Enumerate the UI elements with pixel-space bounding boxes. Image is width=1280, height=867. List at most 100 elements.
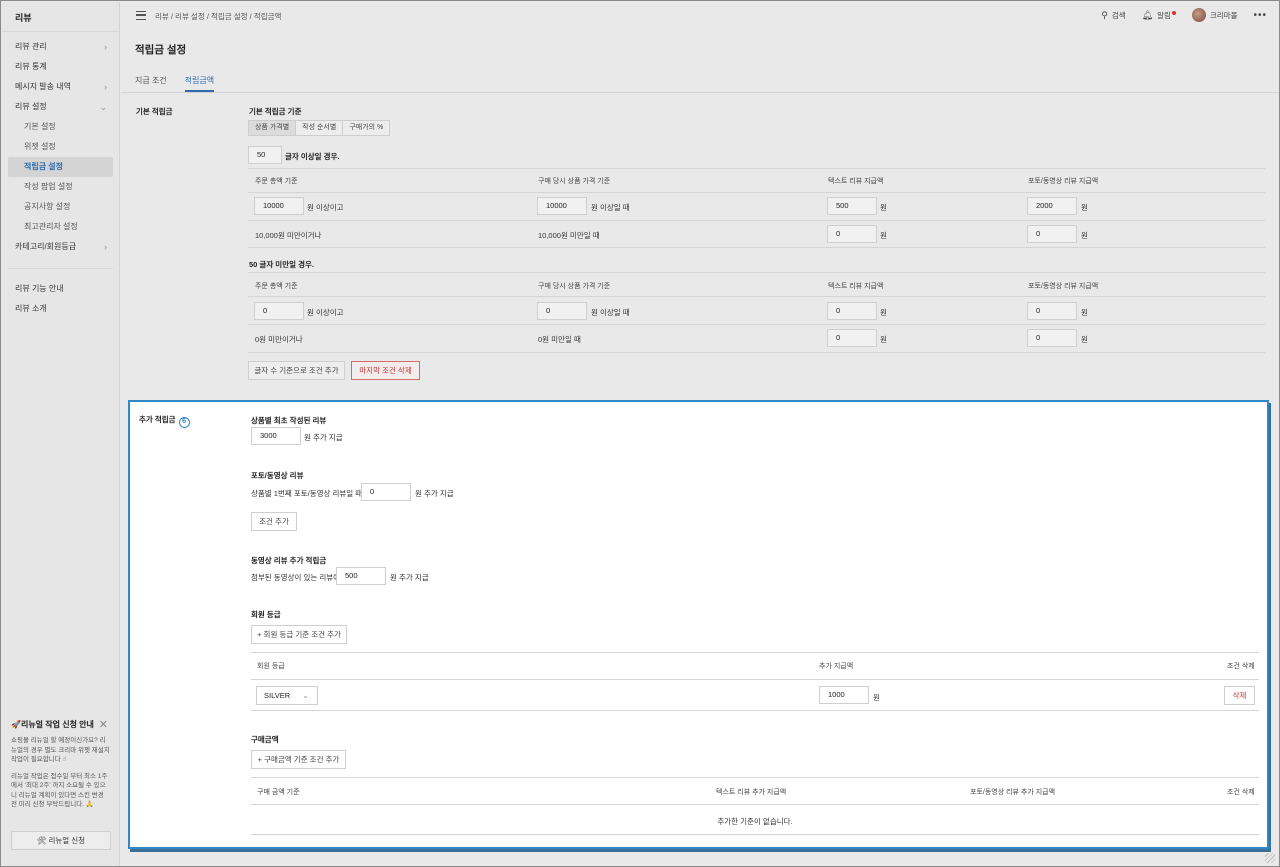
order-total-input[interactable]: 10000: [254, 197, 304, 215]
order-total-under: 0원 미만이거나: [255, 335, 303, 344]
col-text-review-extra: 텍스트 리뷰 추가 지급액: [716, 789, 787, 796]
more-icon[interactable]: •••: [1253, 10, 1267, 21]
close-icon[interactable]: ✕: [99, 718, 108, 731]
add-condition-button[interactable]: 조건 추가: [251, 512, 297, 531]
col-order-total: 주문 총액 기준: [255, 283, 298, 290]
sidebar-item-widget-settings[interactable]: 위젯 설정: [2, 137, 119, 157]
empty-state-text: 추가한 기준이 없습니다.: [717, 817, 793, 826]
product-price-suffix: 원 이상일 때: [591, 203, 630, 212]
photo-review-amount-input[interactable]: 0: [1027, 329, 1077, 347]
sidebar-item-review-stats[interactable]: 리뷰 통계: [2, 57, 119, 77]
extra-payment-suffix: 원 추가 지급: [304, 433, 343, 442]
photo-review-amount-input[interactable]: 0: [1027, 302, 1077, 320]
won-unit: 원: [880, 231, 887, 240]
sidebar-item-review-settings[interactable]: 리뷰 설정 ⌄: [2, 97, 119, 117]
first-review-amount-input[interactable]: 3000: [251, 427, 301, 445]
col-product-price: 구매 당시 상품 가격 기준: [538, 283, 611, 290]
app-brand[interactable]: 리뷰: [2, 2, 119, 32]
member-grade-amount-input[interactable]: 1000: [819, 686, 869, 704]
product-price-input[interactable]: 0: [537, 302, 587, 320]
delete-last-condition-button[interactable]: 마지막 조건 삭제: [351, 361, 420, 380]
sidebar-divider: [8, 268, 113, 269]
photo-review-amount-input[interactable]: 2000: [1027, 197, 1077, 215]
photo-review-amount-input[interactable]: 0: [361, 483, 411, 501]
tabs-divider: [121, 92, 1279, 93]
col-purchase-amount: 구매 금액 기준: [257, 789, 300, 796]
text-review-amount-input[interactable]: 0: [827, 329, 877, 347]
sidebar: 리뷰 리뷰 관리 › 리뷰 통계 메시지 발송 내역 › 리뷰 설정 ⌄ 기본 설정 …: [2, 2, 120, 866]
col-product-price: 구매 당시 상품 가격 기준: [538, 178, 611, 185]
sidebar-item-label: 적립금 설정: [24, 162, 64, 171]
sidebar-item-label: 리뷰 통계: [15, 62, 47, 71]
member-grade-select[interactable]: SILVER ⌄: [256, 686, 318, 705]
col-photo-review: 포토/동영상 리뷰 지급액: [1028, 283, 1099, 290]
text-review-amount-input[interactable]: 0: [827, 225, 877, 243]
segment-by-order[interactable]: 작성 순서별: [295, 120, 344, 136]
resize-handle[interactable]: [1265, 853, 1275, 863]
sidebar-nav: 리뷰 관리 › 리뷰 통계 메시지 발송 내역 › 리뷰 설정 ⌄ 기본 설정 위젯 …: [2, 32, 119, 319]
won-unit: 원: [1081, 335, 1088, 344]
sidebar-item-basic-settings[interactable]: 기본 설정: [2, 117, 119, 137]
user-name: 크리마몰: [1209, 10, 1238, 20]
criteria-segment: 상품 가격별 작성 순서별 구매가의 %: [248, 120, 391, 136]
won-unit: 원: [880, 203, 887, 212]
sidebar-item-message-history[interactable]: 메시지 발송 내역 ›: [2, 77, 119, 97]
sidebar-item-feature-guide[interactable]: 리뷰 기능 안내: [2, 279, 119, 299]
photo-review-title: 포토/동영상 리뷰: [251, 471, 304, 480]
renewal-promo-card: 🚀리뉴얼 작업 신청 안내 ✕ 쇼핑몰 리뉴얼 할 예정이신가요? 리뉴얼의 경…: [8, 716, 114, 854]
product-price-input[interactable]: 10000: [537, 197, 587, 215]
char-count-input[interactable]: 50: [248, 146, 282, 164]
col-order-total: 주문 총액 기준: [255, 178, 298, 185]
add-char-condition-button[interactable]: 글자 수 기준으로 조건 추가: [248, 361, 345, 380]
add-purchase-condition-button[interactable]: + 구매금액 기준 조건 추가: [251, 750, 346, 769]
chevron-right-icon: ›: [104, 42, 107, 52]
avatar: [1191, 8, 1206, 22]
col-delete: 조건 삭제: [1227, 789, 1255, 796]
sidebar-item-label: 공지사항 설정: [24, 202, 71, 211]
top-actions: ⚲ 검색 🔔︎ 알림 크리마몰 •••: [1085, 8, 1267, 22]
extra-mileage-panel: 추가 적립금 6 상품별 최초 작성된 리뷰 3000 원 추가 지급 포토/동영…: [128, 400, 1269, 849]
delete-condition-button[interactable]: 삭제: [1224, 686, 1255, 705]
chevron-down-icon: ⌄: [302, 691, 309, 700]
sidebar-item-mileage-settings[interactable]: 적립금 설정: [8, 157, 113, 177]
chevron-right-icon: ›: [104, 82, 107, 92]
hamburger-menu-icon[interactable]: [136, 11, 146, 20]
product-price-under: 0원 미만일 때: [538, 335, 581, 344]
product-price-suffix: 원 이상일 때: [591, 308, 630, 317]
divider: [248, 168, 1265, 169]
sidebar-item-category-grade[interactable]: 카테고리/회원등급 ›: [2, 237, 119, 257]
text-review-amount-input[interactable]: 0: [827, 302, 877, 320]
sidebar-item-admin-settings[interactable]: 최고관리자 설정: [2, 217, 119, 237]
add-member-grade-condition-button[interactable]: + 회원 등급 기준 조건 추가: [251, 625, 347, 644]
sidebar-item-popup-settings[interactable]: 작성 팝업 설정: [2, 177, 119, 197]
user-menu[interactable]: 크리마몰: [1191, 8, 1238, 22]
alerts-button[interactable]: 🔔︎ 알림: [1142, 10, 1176, 21]
chevron-down-icon: ⌄: [99, 102, 107, 112]
extra-mileage-label-text: 추가 적립금: [139, 415, 176, 424]
col-member-grade: 회원 등급: [257, 663, 285, 670]
col-photo-review: 포토/동영상 리뷰 지급액: [1028, 178, 1099, 185]
text-review-amount-input[interactable]: 500: [827, 197, 877, 215]
purchase-amount-title: 구매금액: [251, 735, 279, 744]
segment-by-percent[interactable]: 구매가의 %: [342, 120, 391, 136]
tab-payment-conditions[interactable]: 지급 조건: [135, 75, 167, 92]
sidebar-item-notice-settings[interactable]: 공지사항 설정: [2, 197, 119, 217]
won-unit: 원: [1081, 231, 1088, 240]
segment-by-price[interactable]: 상품 가격별: [248, 120, 297, 136]
photo-review-prefix: 상품별 1번째 포토/동영상 리뷰일 때,: [251, 489, 365, 498]
divider: [248, 296, 1265, 297]
order-total-input[interactable]: 0: [254, 302, 304, 320]
sidebar-item-intro[interactable]: 리뷰 소개: [2, 299, 119, 319]
search-button[interactable]: ⚲ 검색: [1101, 10, 1125, 21]
promo-text-1: 쇼핑몰 리뉴얼 할 예정이신가요? 리뉴얼의 경우 별도 크리마 위젯 재설치 …: [11, 737, 110, 763]
extra-payment-suffix: 원 추가 지급: [390, 573, 429, 582]
sidebar-item-label: 작성 팝업 설정: [24, 182, 73, 191]
video-review-amount-input[interactable]: 500: [336, 567, 386, 585]
tab-mileage-amount[interactable]: 적립금액: [184, 75, 215, 92]
photo-review-amount-input[interactable]: 0: [1027, 225, 1077, 243]
extra-payment-suffix: 원 추가 지급: [415, 489, 454, 498]
top-bar: 리뷰 / 리뷰 설정 / 적립금 설정 / 적립금액 ⚲ 검색 🔔︎ 알림 크리마몰…: [121, 2, 1279, 30]
divider: [251, 679, 1259, 680]
sidebar-item-review-management[interactable]: 리뷰 관리 ›: [2, 37, 119, 57]
renewal-apply-button[interactable]: 🛠 리뉴얼 신청: [11, 831, 111, 850]
